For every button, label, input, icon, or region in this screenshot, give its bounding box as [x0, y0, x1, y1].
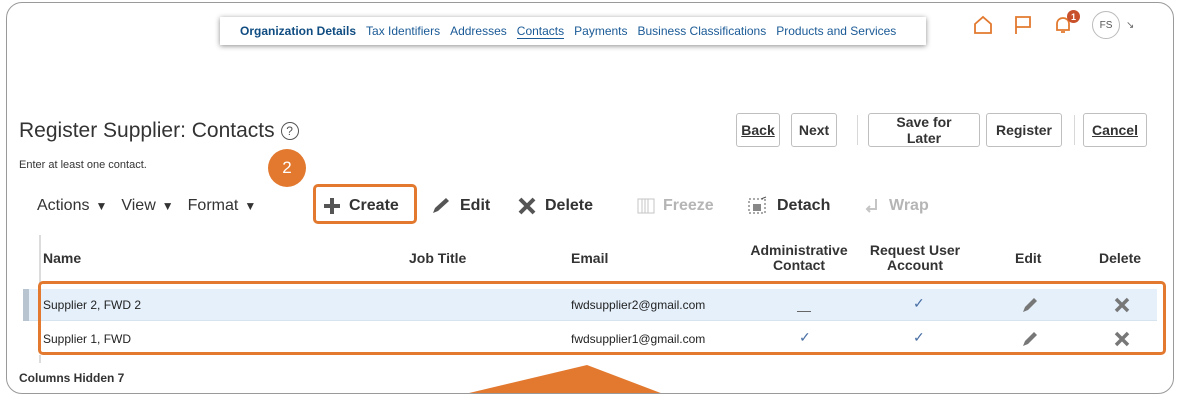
wrap-button[interactable]: Wrap	[863, 193, 929, 219]
rows-highlight	[38, 281, 1166, 355]
register-button[interactable]: Register	[986, 113, 1062, 147]
save-for-later-label: Save for Later	[896, 114, 952, 146]
next-button-label: Next	[798, 122, 830, 138]
step-number-badge: 2	[268, 149, 306, 187]
button-separator	[857, 115, 858, 145]
cancel-button[interactable]: Cancel	[1083, 113, 1147, 147]
chevron-down-icon[interactable]: ↘	[1126, 20, 1134, 31]
instruction-text: Enter at least one contact.	[19, 159, 147, 171]
pencil-icon	[430, 196, 452, 216]
view-menu[interactable]: View ▼	[121, 197, 173, 215]
register-label: Register	[995, 122, 1053, 138]
train-organization-details[interactable]: Organization Details	[240, 24, 356, 38]
detach-button[interactable]: Detach	[747, 193, 830, 219]
avatar[interactable]: FS	[1092, 11, 1120, 39]
view-menu-label: View	[121, 197, 156, 214]
button-separator	[1074, 115, 1075, 145]
column-header-administrative-contact[interactable]: Administrative Contact	[739, 243, 859, 273]
registration-train: Organization Details Tax Identifiers Add…	[220, 17, 926, 45]
train-contacts[interactable]: Contacts	[516, 24, 565, 39]
freeze-button[interactable]: Freeze	[637, 193, 714, 219]
edit-label: Edit	[460, 197, 491, 214]
detach-icon	[747, 196, 769, 216]
triangle-down-icon: ▼	[161, 199, 174, 213]
page-title: Register Supplier: Contacts?	[19, 119, 299, 143]
delete-label: Delete	[545, 197, 594, 214]
callout-arrow-icon	[469, 365, 661, 393]
train-products-and-services[interactable]: Products and Services	[776, 24, 896, 38]
detach-label: Detach	[777, 197, 831, 214]
delete-button[interactable]: Delete	[517, 193, 593, 219]
create-highlight	[313, 184, 417, 224]
column-header-name[interactable]: Name	[43, 251, 81, 266]
edit-button[interactable]: Edit	[430, 193, 490, 219]
train-business-classifications[interactable]: Business Classifications	[638, 24, 767, 38]
flag-icon[interactable]	[1012, 14, 1034, 36]
table-toolbar-menus: Actions ▼ View ▼ Format ▼	[37, 193, 256, 219]
freeze-label: Freeze	[663, 197, 714, 214]
next-button[interactable]: Next	[791, 113, 837, 147]
help-icon[interactable]: ?	[280, 122, 299, 140]
close-icon	[517, 197, 537, 215]
back-button[interactable]: Back	[736, 113, 780, 147]
save-for-later-button[interactable]: Save for Later	[868, 113, 980, 147]
page-title-text: Register Supplier: Contacts	[19, 119, 275, 142]
notification-badge: 1	[1067, 10, 1080, 23]
train-tax-identifiers[interactable]: Tax Identifiers	[366, 24, 440, 38]
train-addresses[interactable]: Addresses	[450, 24, 507, 38]
column-header-job-title[interactable]: Job Title	[409, 251, 466, 266]
triangle-down-icon: ▼	[95, 199, 108, 213]
home-icon[interactable]	[972, 14, 994, 36]
global-header-icons: 1 FS ↘	[972, 10, 1134, 39]
bell-icon[interactable]: 1	[1052, 10, 1080, 36]
actions-menu-label: Actions	[37, 197, 90, 214]
cancel-button-label: Cancel	[1092, 122, 1138, 138]
app-frame: Organization Details Tax Identifiers Add…	[6, 2, 1174, 394]
train-payments[interactable]: Payments	[574, 24, 627, 38]
columns-hidden-status: Columns Hidden 7	[19, 371, 125, 385]
freeze-icon	[637, 198, 655, 214]
column-header-request-user-account[interactable]: Request User Account	[865, 243, 965, 273]
column-header-edit[interactable]: Edit	[1015, 251, 1041, 266]
actions-menu[interactable]: Actions ▼	[37, 197, 107, 215]
format-menu[interactable]: Format ▼	[188, 197, 257, 215]
column-header-email[interactable]: Email	[571, 251, 608, 266]
column-header-delete[interactable]: Delete	[1099, 251, 1141, 266]
triangle-down-icon: ▼	[244, 199, 257, 213]
back-button-label: Back	[741, 122, 775, 138]
format-menu-label: Format	[187, 197, 239, 214]
wrap-label: Wrap	[889, 197, 929, 214]
wrap-icon	[863, 197, 881, 215]
